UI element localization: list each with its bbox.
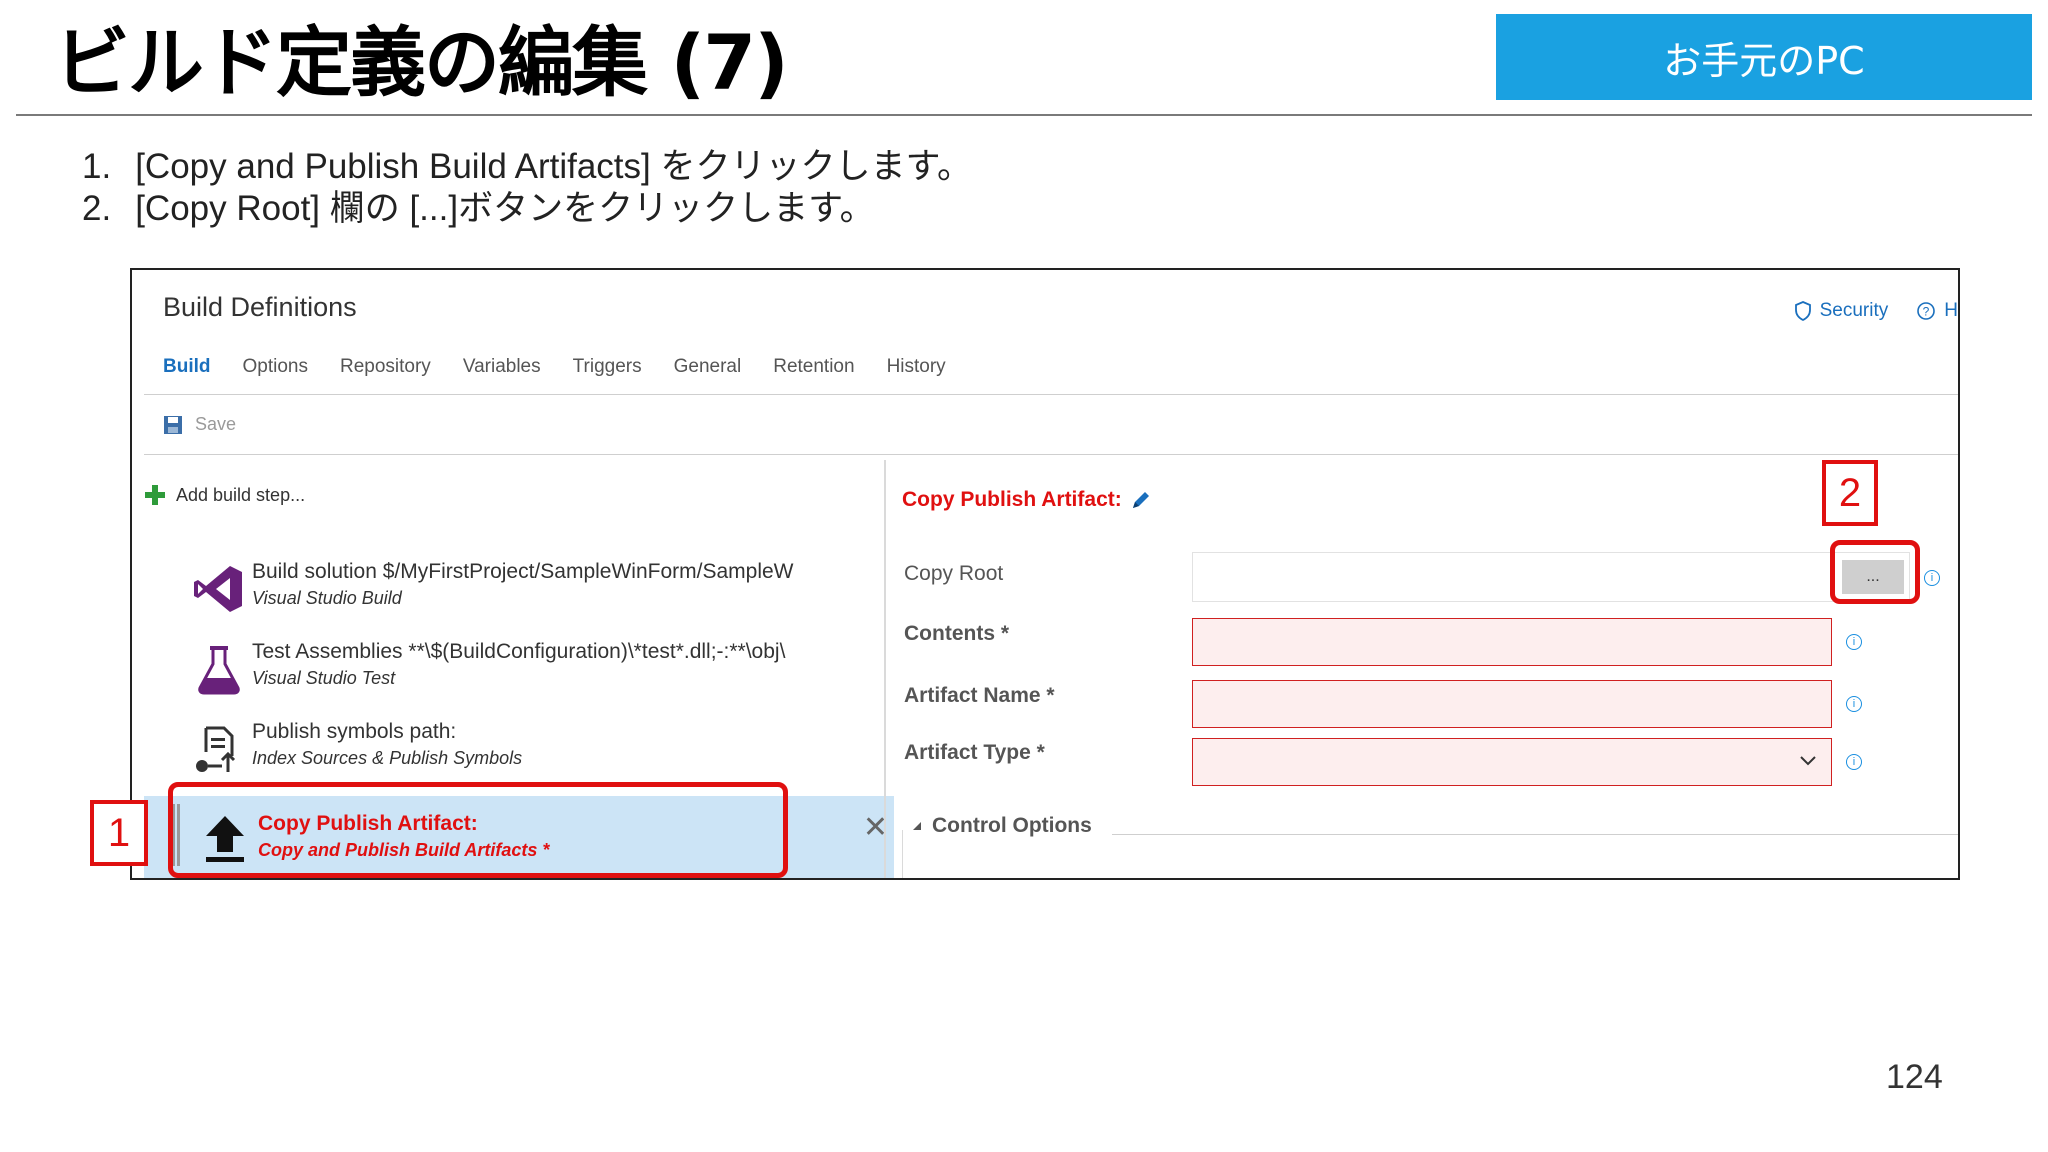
save-label: Save — [195, 414, 237, 434]
tab-history[interactable]: History — [887, 356, 946, 378]
callout-2: 2 — [1822, 460, 1878, 526]
save-button[interactable]: Save — [163, 414, 236, 435]
page-number: 124 — [1886, 1058, 1943, 1096]
control-options-left-border — [902, 830, 903, 878]
toolbar: Save — [163, 414, 236, 435]
copy-root-input[interactable] — [1192, 552, 1910, 602]
add-build-step-button[interactable]: Add build step... — [144, 484, 305, 506]
control-options-rule — [1112, 834, 1958, 835]
task-details-title-text: Copy Publish Artifact: — [902, 488, 1122, 511]
slide-title: ビルド定義の編集 (7) — [54, 18, 789, 107]
plus-icon — [145, 485, 165, 505]
device-badge: お手元のPC — [1496, 14, 2032, 100]
flask-icon — [198, 646, 240, 695]
publish-symbols-icon — [196, 726, 236, 772]
tab-variables[interactable]: Variables — [463, 356, 541, 378]
artifact-type-label: Artifact Type * — [904, 741, 1045, 764]
task-row[interactable]: Build solution $/MyFirstProject/SampleWi… — [174, 556, 894, 622]
task-row[interactable]: Publish symbols path: Index Sources & Pu… — [174, 716, 894, 782]
callout-1: 1 — [90, 800, 148, 866]
task-name: Test Assemblies **\$(BuildConfiguration)… — [252, 640, 786, 663]
visual-studio-icon — [194, 566, 242, 612]
security-link[interactable]: Security — [1794, 300, 1889, 322]
tab-build[interactable]: Build — [163, 356, 211, 378]
control-options-header[interactable]: Control Options — [912, 814, 1092, 838]
panel-divider — [884, 460, 886, 878]
info-icon[interactable]: i — [1846, 634, 1862, 650]
tab-general[interactable]: General — [674, 356, 742, 378]
info-icon[interactable]: i — [1846, 754, 1862, 770]
artifact-name-label: Artifact Name * — [904, 684, 1055, 707]
title-divider — [16, 114, 2032, 116]
highlight-task-box — [168, 782, 788, 878]
instruction-step-2: 2. [Copy Root] 欄の [...]ボタンをクリックします。 — [82, 180, 875, 231]
tab-divider — [144, 394, 1958, 395]
task-name: Publish symbols path: — [252, 720, 457, 743]
info-icon[interactable]: i — [1924, 570, 1940, 586]
help-label: H — [1944, 300, 1958, 321]
tab-retention[interactable]: Retention — [773, 356, 854, 378]
task-row[interactable]: Test Assemblies **\$(BuildConfiguration)… — [174, 636, 894, 702]
task-details-title: Copy Publish Artifact: — [902, 488, 1152, 512]
contents-label: Contents * — [904, 622, 1009, 645]
help-icon: ? — [1917, 302, 1936, 320]
info-icon[interactable]: i — [1846, 696, 1862, 712]
step-text: [Copy Root] 欄の [...]ボタンをクリックします。 — [135, 189, 875, 228]
tab-options[interactable]: Options — [243, 356, 308, 378]
task-name: Build solution $/MyFirstProject/SampleWi… — [252, 560, 794, 583]
artifact-name-input[interactable] — [1192, 680, 1832, 728]
svg-text:?: ? — [1923, 305, 1930, 319]
shield-icon — [1794, 301, 1811, 321]
security-label: Security — [1819, 300, 1889, 321]
page-title: Build Definitions — [163, 292, 357, 322]
control-options-label: Control Options — [932, 814, 1092, 837]
task-type: Visual Studio Build — [252, 588, 402, 608]
pencil-icon[interactable] — [1130, 489, 1152, 511]
artifact-type-select[interactable] — [1192, 738, 1832, 786]
task-type: Visual Studio Test — [252, 668, 396, 688]
tab-triggers[interactable]: Triggers — [573, 356, 642, 378]
highlight-browse-button — [1830, 540, 1920, 604]
add-build-step-label: Add build step... — [176, 484, 306, 505]
save-icon — [164, 415, 182, 434]
tab-repository[interactable]: Repository — [340, 356, 431, 378]
task-type: Index Sources & Publish Symbols — [252, 748, 523, 768]
collapse-triangle-icon — [913, 822, 921, 830]
contents-input[interactable] — [1192, 618, 1832, 666]
top-links: Security ? H — [1794, 300, 1958, 322]
chevron-down-icon — [1800, 756, 1816, 766]
tab-bar: Build Options Repository Variables Trigg… — [163, 356, 946, 378]
toolbar-divider — [144, 454, 1958, 455]
copy-root-label: Copy Root — [904, 562, 1004, 585]
step-number: 2. — [82, 189, 112, 228]
help-link[interactable]: ? H — [1916, 300, 1958, 322]
